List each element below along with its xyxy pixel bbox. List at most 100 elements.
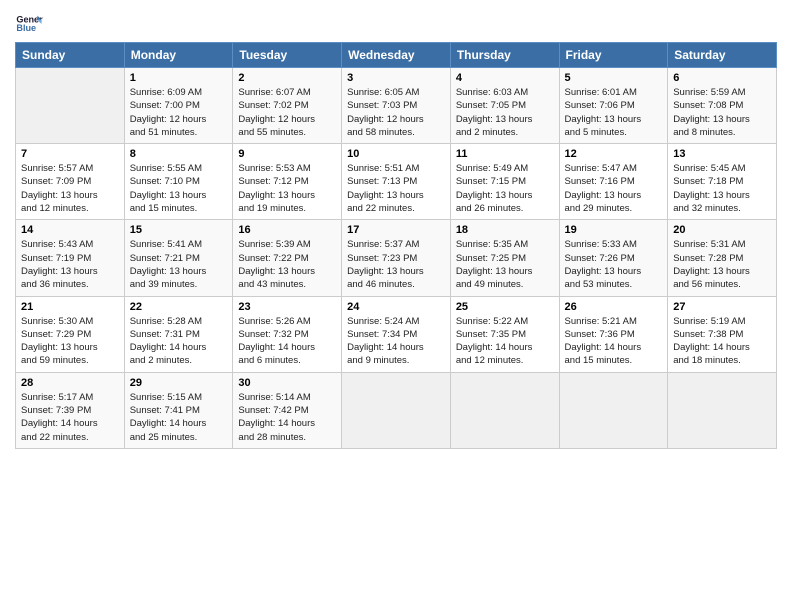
day-number: 24 [347,301,445,313]
day-number: 29 [130,377,228,389]
day-cell: 5 Sunrise: 6:01 AM Sunset: 7:06 PM Daylig… [559,68,668,144]
day-cell [559,372,668,448]
day-cell: 25 Sunrise: 5:22 AM Sunset: 7:35 PM Dayli… [450,296,559,372]
day-cell [16,68,125,144]
day-info: Sunrise: 5:17 AM Sunset: 7:39 PM Dayligh… [21,391,119,444]
day-cell: 17 Sunrise: 5:37 AM Sunset: 7:23 PM Dayli… [342,220,451,296]
header-cell-monday: Monday [124,43,233,68]
week-row-1: 1Sunrise: 6:09 AM Sunset: 7:00 PM Daylig… [16,68,777,144]
day-number: 15 [130,224,228,236]
day-cell: 22Sunrise: 5:28 AM Sunset: 7:31 PM Dayli… [124,296,233,372]
day-cell [450,372,559,448]
day-number: 19 [565,224,663,236]
day-number: 16 [238,224,336,236]
day-info: Sunrise: 5:53 AM Sunset: 7:12 PM Dayligh… [238,162,336,215]
day-cell: 2 Sunrise: 6:07 AM Sunset: 7:02 PM Daylig… [233,68,342,144]
day-cell: 12 Sunrise: 5:47 AM Sunset: 7:16 PM Dayli… [559,144,668,220]
day-info: Sunrise: 5:37 AM Sunset: 7:23 PM Dayligh… [347,238,445,291]
day-number: 26 [565,301,663,313]
header-cell-tuesday: Tuesday [233,43,342,68]
day-cell: 30 Sunrise: 5:14 AM Sunset: 7:42 PM Dayli… [233,372,342,448]
day-number: 9 [238,148,336,160]
day-cell: 19 Sunrise: 5:33 AM Sunset: 7:26 PM Dayli… [559,220,668,296]
day-cell: 1Sunrise: 6:09 AM Sunset: 7:00 PM Daylig… [124,68,233,144]
day-cell: 27 Sunrise: 5:19 AM Sunset: 7:38 PM Dayli… [668,296,777,372]
day-info: Sunrise: 6:05 AM Sunset: 7:03 PM Dayligh… [347,86,445,139]
header-cell-sunday: Sunday [16,43,125,68]
logo-icon: General Blue [15,10,43,38]
day-info: Sunrise: 5:47 AM Sunset: 7:16 PM Dayligh… [565,162,663,215]
day-number: 20 [673,224,771,236]
day-info: Sunrise: 6:03 AM Sunset: 7:05 PM Dayligh… [456,86,554,139]
day-cell: 13 Sunrise: 5:45 AM Sunset: 7:18 PM Dayli… [668,144,777,220]
day-number: 27 [673,301,771,313]
day-info: Sunrise: 5:19 AM Sunset: 7:38 PM Dayligh… [673,315,771,368]
day-cell: 20 Sunrise: 5:31 AM Sunset: 7:28 PM Dayli… [668,220,777,296]
day-info: Sunrise: 5:30 AM Sunset: 7:29 PM Dayligh… [21,315,119,368]
day-number: 8 [130,148,228,160]
day-info: Sunrise: 5:41 AM Sunset: 7:21 PM Dayligh… [130,238,228,291]
day-info: Sunrise: 5:59 AM Sunset: 7:08 PM Dayligh… [673,86,771,139]
page-header: General Blue [15,10,777,38]
day-cell: 21 Sunrise: 5:30 AM Sunset: 7:29 PM Dayli… [16,296,125,372]
day-info: Sunrise: 5:15 AM Sunset: 7:41 PM Dayligh… [130,391,228,444]
day-info: Sunrise: 5:51 AM Sunset: 7:13 PM Dayligh… [347,162,445,215]
week-row-2: 7Sunrise: 5:57 AM Sunset: 7:09 PM Daylig… [16,144,777,220]
day-number: 13 [673,148,771,160]
day-cell [342,372,451,448]
day-info: Sunrise: 6:07 AM Sunset: 7:02 PM Dayligh… [238,86,336,139]
day-number: 23 [238,301,336,313]
day-info: Sunrise: 5:35 AM Sunset: 7:25 PM Dayligh… [456,238,554,291]
day-info: Sunrise: 5:14 AM Sunset: 7:42 PM Dayligh… [238,391,336,444]
day-info: Sunrise: 5:43 AM Sunset: 7:19 PM Dayligh… [21,238,119,291]
day-info: Sunrise: 5:55 AM Sunset: 7:10 PM Dayligh… [130,162,228,215]
day-cell: 15 Sunrise: 5:41 AM Sunset: 7:21 PM Dayli… [124,220,233,296]
day-number: 2 [238,72,336,84]
day-cell: 9 Sunrise: 5:53 AM Sunset: 7:12 PM Daylig… [233,144,342,220]
day-number: 10 [347,148,445,160]
day-cell: 18 Sunrise: 5:35 AM Sunset: 7:25 PM Dayli… [450,220,559,296]
day-info: Sunrise: 5:39 AM Sunset: 7:22 PM Dayligh… [238,238,336,291]
svg-text:Blue: Blue [16,23,36,33]
day-info: Sunrise: 5:21 AM Sunset: 7:36 PM Dayligh… [565,315,663,368]
day-info: Sunrise: 5:31 AM Sunset: 7:28 PM Dayligh… [673,238,771,291]
day-number: 4 [456,72,554,84]
day-info: Sunrise: 5:33 AM Sunset: 7:26 PM Dayligh… [565,238,663,291]
header-cell-thursday: Thursday [450,43,559,68]
day-cell: 26 Sunrise: 5:21 AM Sunset: 7:36 PM Dayli… [559,296,668,372]
day-number: 18 [456,224,554,236]
day-number: 6 [673,72,771,84]
day-info: Sunrise: 5:49 AM Sunset: 7:15 PM Dayligh… [456,162,554,215]
day-cell: 11 Sunrise: 5:49 AM Sunset: 7:15 PM Dayli… [450,144,559,220]
header-cell-saturday: Saturday [668,43,777,68]
day-cell: 23Sunrise: 5:26 AM Sunset: 7:32 PM Dayli… [233,296,342,372]
day-number: 17 [347,224,445,236]
day-info: Sunrise: 6:01 AM Sunset: 7:06 PM Dayligh… [565,86,663,139]
day-number: 25 [456,301,554,313]
day-number: 12 [565,148,663,160]
day-info: Sunrise: 5:45 AM Sunset: 7:18 PM Dayligh… [673,162,771,215]
day-cell: 8 Sunrise: 5:55 AM Sunset: 7:10 PM Daylig… [124,144,233,220]
day-cell: 4 Sunrise: 6:03 AM Sunset: 7:05 PM Daylig… [450,68,559,144]
header-cell-friday: Friday [559,43,668,68]
day-number: 7 [21,148,119,160]
day-cell: 7Sunrise: 5:57 AM Sunset: 7:09 PM Daylig… [16,144,125,220]
day-cell: 24Sunrise: 5:24 AM Sunset: 7:34 PM Dayli… [342,296,451,372]
day-number: 21 [21,301,119,313]
header-cell-wednesday: Wednesday [342,43,451,68]
day-info: Sunrise: 5:28 AM Sunset: 7:31 PM Dayligh… [130,315,228,368]
day-number: 5 [565,72,663,84]
week-row-5: 28Sunrise: 5:17 AM Sunset: 7:39 PM Dayli… [16,372,777,448]
day-number: 11 [456,148,554,160]
week-row-4: 21 Sunrise: 5:30 AM Sunset: 7:29 PM Dayli… [16,296,777,372]
week-row-3: 14 Sunrise: 5:43 AM Sunset: 7:19 PM Dayli… [16,220,777,296]
calendar-table: SundayMondayTuesdayWednesdayThursdayFrid… [15,42,777,449]
day-number: 14 [21,224,119,236]
day-number: 1 [130,72,228,84]
day-info: Sunrise: 5:22 AM Sunset: 7:35 PM Dayligh… [456,315,554,368]
day-cell: 29 Sunrise: 5:15 AM Sunset: 7:41 PM Dayli… [124,372,233,448]
day-cell: 6 Sunrise: 5:59 AM Sunset: 7:08 PM Daylig… [668,68,777,144]
day-number: 30 [238,377,336,389]
day-cell: 14 Sunrise: 5:43 AM Sunset: 7:19 PM Dayli… [16,220,125,296]
day-cell: 10 Sunrise: 5:51 AM Sunset: 7:13 PM Dayli… [342,144,451,220]
